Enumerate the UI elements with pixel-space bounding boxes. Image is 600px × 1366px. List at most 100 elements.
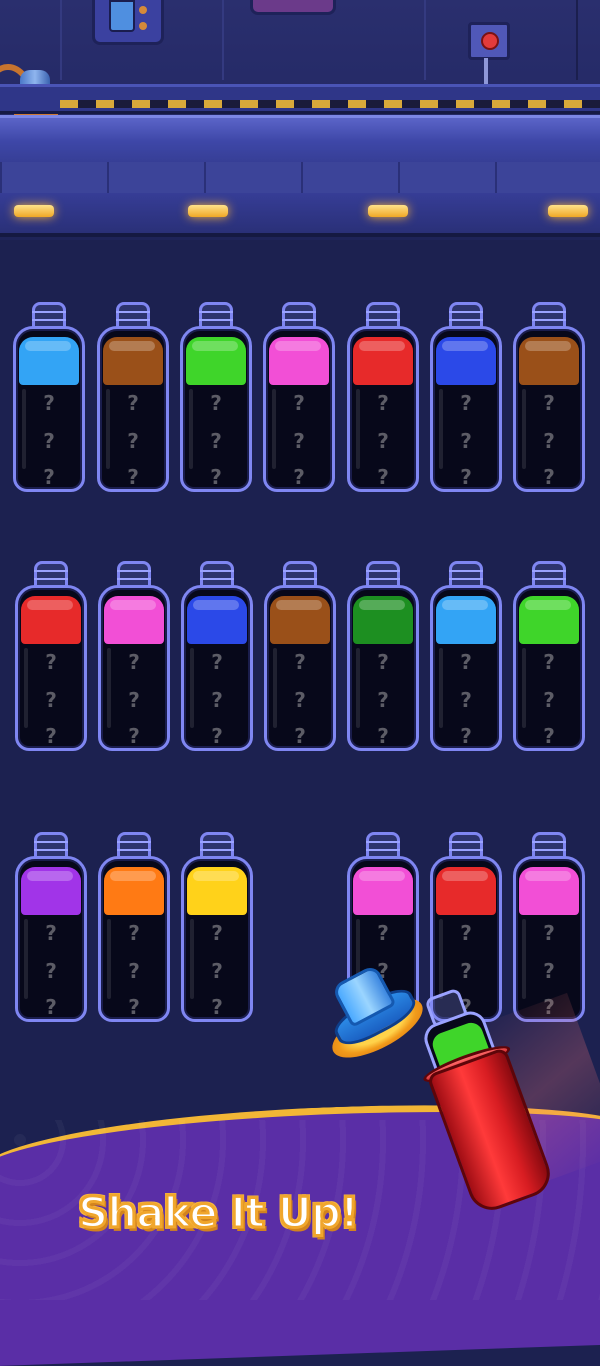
hidden-layer-mark: ?	[211, 688, 223, 712]
hidden-layer-mark: ?	[460, 921, 472, 945]
lamp-icon	[188, 205, 228, 217]
liquid-layer	[436, 596, 496, 644]
hidden-layer-mark: ?	[127, 391, 139, 415]
liquid-layer	[519, 337, 579, 385]
bottle[interactable]: ? ? ?	[15, 832, 87, 1022]
hidden-layer-mark: ?	[45, 688, 57, 712]
hidden-layer-mark: ?	[377, 429, 389, 453]
rail	[0, 84, 600, 114]
hidden-layer-mark: ?	[45, 650, 57, 674]
hidden-layer-mark: ?	[294, 650, 306, 674]
conveyor-segment	[107, 162, 206, 196]
hidden-layer-mark: ?	[210, 465, 222, 489]
bottle[interactable]: ? ? ?	[347, 561, 419, 751]
hidden-layer-mark: ?	[377, 921, 389, 945]
hidden-layer-mark: ?	[45, 959, 57, 983]
bottle[interactable]: ? ? ?	[430, 302, 502, 492]
bottle-body: ? ? ?	[430, 585, 502, 751]
liquid-layer	[104, 867, 164, 915]
hidden-layer-mark: ?	[211, 724, 223, 748]
bottle[interactable]: ? ? ?	[513, 561, 585, 751]
bottle[interactable]: ? ? ?	[263, 302, 335, 492]
hidden-layer-mark: ?	[460, 391, 472, 415]
liquid-layer	[436, 337, 496, 385]
hidden-layer-mark: ?	[127, 465, 139, 489]
hidden-layer-mark: ?	[543, 724, 555, 748]
hidden-layer-mark: ?	[294, 688, 306, 712]
hidden-layer-mark: ?	[128, 724, 140, 748]
hanging-decor	[250, 0, 336, 15]
bottle-body: ? ? ?	[347, 326, 419, 492]
bottle-body: ? ? ?	[97, 326, 169, 492]
bottle[interactable]: ? ? ?	[181, 561, 253, 751]
hidden-layer-mark: ?	[128, 995, 140, 1019]
hidden-layer-mark: ?	[377, 650, 389, 674]
conveyor-segment	[204, 162, 303, 196]
bottle[interactable]: ? ? ?	[180, 302, 252, 492]
hidden-layer-mark: ?	[543, 429, 555, 453]
conveyor-segment	[398, 162, 497, 196]
hidden-layer-mark: ?	[211, 995, 223, 1019]
liquid-layer	[21, 867, 81, 915]
bottle-body: ? ? ?	[513, 326, 585, 492]
bottle-body: ? ? ?	[98, 585, 170, 751]
hidden-layer-mark: ?	[460, 650, 472, 674]
bottle[interactable]: ? ? ?	[15, 561, 87, 751]
bottle[interactable]: ? ? ?	[264, 561, 336, 751]
hidden-layer-mark: ?	[45, 724, 57, 748]
hidden-layer-mark: ?	[211, 921, 223, 945]
hidden-layer-mark: ?	[543, 391, 555, 415]
hidden-layer-mark: ?	[460, 688, 472, 712]
liquid-layer	[104, 596, 164, 644]
hidden-layer-mark: ?	[210, 391, 222, 415]
conveyor-segment	[0, 162, 109, 196]
bottle-body: ? ? ?	[264, 585, 336, 751]
conveyor-segment	[301, 162, 400, 196]
hidden-layer-mark: ?	[43, 429, 55, 453]
hidden-layer-mark: ?	[128, 959, 140, 983]
liquid-layer	[353, 867, 413, 915]
liquid-layer	[353, 596, 413, 644]
lamp-strip	[0, 193, 600, 237]
control-box	[92, 0, 164, 45]
bottle-body: ? ? ?	[98, 856, 170, 1022]
hidden-layer-mark: ?	[460, 429, 472, 453]
bottle[interactable]: ? ? ?	[347, 302, 419, 492]
bottle[interactable]: ? ? ?	[513, 302, 585, 492]
bottle[interactable]: ? ? ?	[98, 832, 170, 1022]
bottle[interactable]: ? ? ?	[430, 561, 502, 751]
bottle[interactable]: ? ? ?	[181, 832, 253, 1022]
liquid-layer	[353, 337, 413, 385]
hidden-layer-mark: ?	[293, 465, 305, 489]
hidden-layer-mark: ?	[45, 921, 57, 945]
bottle-body: ? ? ?	[13, 326, 85, 492]
hidden-layer-mark: ?	[377, 391, 389, 415]
lamp-icon	[548, 205, 588, 217]
bolt-icon	[139, 6, 147, 14]
promo-slogan: Shake It Up!	[76, 1187, 360, 1239]
bottle-body: ? ? ?	[181, 856, 253, 1022]
alarm-light-icon	[481, 32, 499, 50]
bottle[interactable]: ? ? ?	[13, 302, 85, 492]
hidden-layer-mark: ?	[43, 391, 55, 415]
hidden-layer-mark: ?	[210, 429, 222, 453]
control-screen	[109, 0, 135, 32]
hidden-layer-mark: ?	[543, 688, 555, 712]
bottle[interactable]: ? ? ?	[98, 561, 170, 751]
liquid-layer	[187, 867, 247, 915]
lamp-icon	[14, 205, 54, 217]
factory-header	[0, 0, 600, 240]
bottle-body: ? ? ?	[15, 585, 87, 751]
hidden-layer-mark: ?	[211, 650, 223, 674]
bolt-icon	[139, 22, 147, 30]
conveyor-segment	[495, 162, 600, 196]
hidden-layer-mark: ?	[293, 391, 305, 415]
bottle-body: ? ? ?	[347, 585, 419, 751]
hidden-layer-mark: ?	[43, 465, 55, 489]
hidden-layer-mark: ?	[543, 465, 555, 489]
bottle-body: ? ? ?	[15, 856, 87, 1022]
liquid-layer	[270, 596, 330, 644]
liquid-layer	[519, 596, 579, 644]
hidden-layer-mark: ?	[45, 995, 57, 1019]
bottle[interactable]: ? ? ?	[97, 302, 169, 492]
